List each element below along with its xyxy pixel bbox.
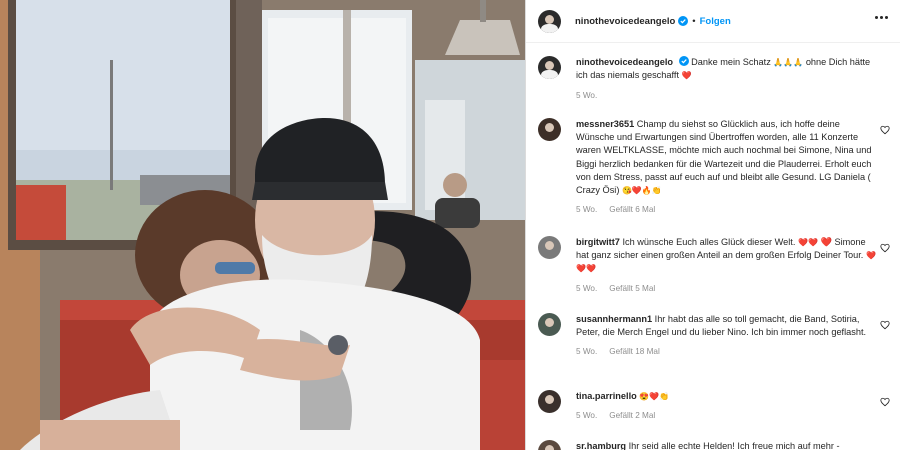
follow-button[interactable]: Folgen — [700, 16, 731, 27]
caption-meta: 5 Wo. — [576, 91, 890, 100]
comment-emojis: 😘❤️🔥👏 — [621, 186, 662, 196]
comment-avatar[interactable] — [538, 440, 561, 450]
caption-emojis: 🙏🙏🙏 — [773, 58, 804, 67]
comment-time[interactable]: 5 Wo. — [576, 347, 597, 356]
comment-avatar[interactable] — [538, 313, 561, 336]
comment: messner3651 Champ du siehst so Glücklich… — [538, 118, 890, 214]
heart-outline-icon[interactable] — [880, 397, 890, 407]
more-horizontal-icon[interactable] — [875, 16, 888, 19]
post-photo[interactable] — [0, 0, 525, 450]
comment: sr.hamburg Ihr seid alle echte Helden! I… — [538, 440, 890, 450]
comment-body: Ihr seid alle echte Helden! Ich freue mi… — [628, 441, 840, 450]
post-header: ninothevoicedeangelo • Folgen — [526, 0, 900, 43]
comment-likes[interactable]: Gefällt 2 Mal — [609, 411, 655, 420]
comment-meta: 5 Wo. Gefällt 18 Mal — [576, 347, 890, 356]
verified-badge-icon — [678, 16, 689, 26]
header-separator: • — [692, 15, 696, 27]
comment-meta: 5 Wo. Gefällt 2 Mal — [576, 411, 890, 420]
caption-text-part-1: Danke mein Schatz — [691, 57, 771, 67]
verified-badge-icon — [678, 56, 689, 66]
comment: birgitwitt7 Ich wünsche Euch alles Glück… — [538, 236, 890, 293]
comment-username[interactable]: tina.parrinello — [576, 391, 637, 401]
comment-body: Champ du siehst so Glücklich aus, ich ho… — [576, 119, 872, 196]
comment-username[interactable]: birgitwitt7 — [576, 237, 620, 247]
caption-avatar[interactable] — [538, 56, 561, 79]
photo-illustration — [0, 0, 525, 450]
post-sidebar: ninothevoicedeangelo • Folgen ninothevoi… — [525, 0, 900, 450]
comment-text: tina.parrinello 😍❤️👏 — [576, 390, 878, 403]
comment-avatar[interactable] — [538, 236, 561, 259]
comment: tina.parrinello 😍❤️👏 5 Wo. Gefällt 2 Mal — [538, 390, 890, 420]
comment-avatar[interactable] — [538, 118, 561, 141]
comment-emojis: ❤️❤️ — [797, 238, 818, 247]
caption-time[interactable]: 5 Wo. — [576, 91, 597, 100]
comment-meta: 5 Wo. Gefällt 6 Mal — [576, 205, 890, 214]
comment-likes[interactable]: Gefällt 6 Mal — [609, 205, 655, 214]
post-caption: ninothevoicedeangelo Danke mein Schatz 🙏… — [538, 56, 890, 100]
caption-username[interactable]: ninothevoicedeangelo — [576, 57, 673, 67]
heart-outline-icon[interactable] — [880, 243, 890, 253]
caption-heart-emoji: ❤️ — [681, 71, 692, 81]
author-username[interactable]: ninothevoicedeangelo — [575, 16, 675, 27]
comment-username[interactable]: sr.hamburg — [576, 441, 626, 450]
comment-avatar[interactable] — [538, 390, 561, 413]
instagram-post: ninothevoicedeangelo • Folgen ninothevoi… — [0, 0, 900, 450]
comment-username[interactable]: susannhermann1 — [576, 314, 652, 324]
comment-text: messner3651 Champ du siehst so Glücklich… — [576, 118, 878, 197]
comment-username[interactable]: messner3651 — [576, 119, 634, 129]
comment-time[interactable]: 5 Wo. — [576, 411, 597, 420]
author-avatar[interactable] — [538, 9, 561, 33]
comment: susannhermann1 Ihr habt das alle so toll… — [538, 313, 890, 356]
comment-likes[interactable]: Gefällt 5 Mal — [609, 284, 655, 293]
comment-meta: 5 Wo. Gefällt 5 Mal — [576, 284, 890, 293]
caption-text: ninothevoicedeangelo Danke mein Schatz 🙏… — [576, 56, 878, 82]
comment-likes[interactable]: Gefällt 18 Mal — [609, 347, 660, 356]
heart-outline-icon[interactable] — [880, 320, 890, 330]
comment-emojis: 😍❤️👏 — [639, 392, 670, 401]
comment-text: sr.hamburg Ihr seid alle echte Helden! I… — [576, 440, 878, 450]
comment-time[interactable]: 5 Wo. — [576, 284, 597, 293]
comment-text: birgitwitt7 Ich wünsche Euch alles Glück… — [576, 236, 878, 276]
comment-text: susannhermann1 Ihr habt das alle so toll… — [576, 313, 878, 339]
comment-time[interactable]: 5 Wo. — [576, 205, 597, 214]
heart-outline-icon[interactable] — [880, 125, 890, 135]
comment-body: Ich wünsche Euch alles Glück dieser Welt… — [622, 237, 796, 247]
